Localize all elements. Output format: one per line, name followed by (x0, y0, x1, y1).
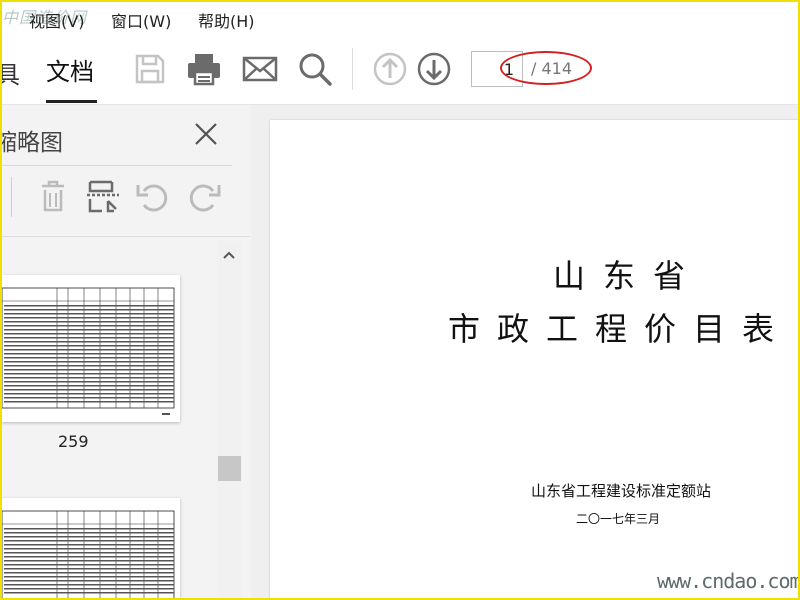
close-icon[interactable] (192, 120, 220, 148)
menu-view[interactable]: 视图(V) (29, 8, 84, 32)
extract-icon[interactable] (84, 177, 122, 215)
page-up-icon[interactable] (372, 51, 408, 87)
document-page: 山东省 市政工程价目表 山东省工程建设标准定额站 二〇一七年三月 (270, 120, 798, 598)
document-organization: 山东省工程建设标准定额站 (531, 482, 712, 500)
toolbar-divider (352, 48, 353, 90)
mail-icon[interactable] (242, 51, 278, 87)
search-icon[interactable] (297, 51, 333, 87)
thumbnail-scrollbar[interactable] (217, 241, 242, 598)
watermark-bottom: www.cndao.com (657, 569, 800, 593)
page-thumbnail[interactable] (2, 498, 180, 598)
tab-active-indicator (46, 100, 97, 103)
menu-window[interactable]: 窗口(W) (111, 8, 171, 32)
delete-icon[interactable] (34, 177, 72, 215)
app-window: 中国造价网 视图(V) 窗口(W) 帮助(H) 具 文档 / 414 (0, 0, 800, 600)
print-icon[interactable] (186, 51, 222, 87)
document-date: 二〇一七年三月 (576, 512, 661, 526)
menu-bar: 中国造价网 视图(V) 窗口(W) 帮助(H) (2, 2, 798, 34)
document-title-line2: 市政工程价目表 (448, 310, 792, 348)
tab-tools[interactable]: 具 (2, 55, 20, 90)
rotate-left-icon[interactable] (134, 177, 172, 215)
thumbnail-table (2, 510, 175, 598)
panel-title: 缩略图 (0, 130, 63, 156)
panel-divider (2, 165, 232, 166)
panel-tool-divider-bottom (2, 236, 250, 237)
toolbar: 具 文档 / 414 (2, 34, 798, 105)
document-view[interactable]: 山东省 市政工程价目表 山东省工程建设标准定额站 二〇一七年三月 (251, 105, 798, 598)
tab-document[interactable]: 文档 (46, 52, 94, 87)
page-down-icon[interactable] (416, 51, 452, 87)
scroll-up-icon[interactable] (219, 245, 239, 265)
thumbnail-panel: 缩略图 259 (2, 105, 250, 598)
scrollbar-thumb[interactable] (218, 456, 241, 481)
thumbnail-table (2, 287, 175, 415)
thumbnail-page-number: 259 (58, 432, 89, 451)
rotate-right-icon[interactable] (185, 177, 223, 215)
page-thumbnail[interactable] (2, 275, 180, 422)
menu-help[interactable]: 帮助(H) (198, 8, 255, 32)
save-icon[interactable] (132, 51, 168, 87)
highlight-ellipse (500, 51, 592, 85)
document-title-line1: 山东省 (553, 257, 704, 295)
panel-tool-divider (11, 177, 12, 217)
